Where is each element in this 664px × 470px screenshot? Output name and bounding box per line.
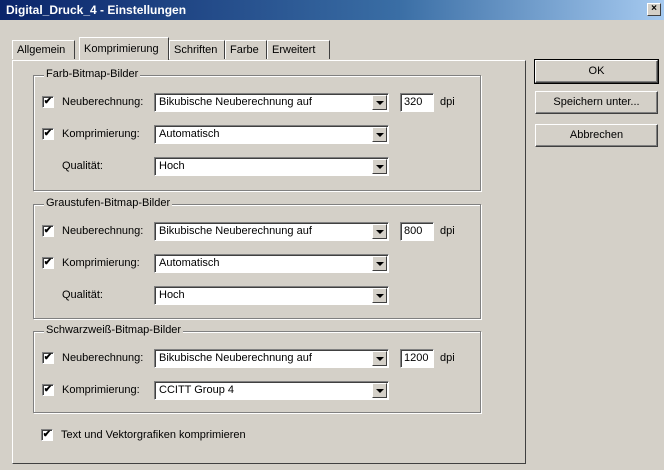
save-as-button[interactable]: Speichern unter... (535, 91, 658, 114)
resample-select[interactable]: Bikubische Neuberechnung auf (154, 222, 389, 241)
tab-farbe[interactable]: Farbe (225, 40, 267, 59)
tab-erweitert[interactable]: Erweitert (267, 40, 330, 59)
compress-label: Komprimierung: (62, 384, 140, 396)
ok-button[interactable]: OK (534, 59, 659, 84)
close-button[interactable]: × (647, 3, 661, 16)
chevron-down-icon[interactable] (372, 383, 387, 398)
text-vector-compress-label: Text und Vektorgrafiken komprimieren (61, 429, 246, 441)
unit-label: dpi (440, 352, 455, 364)
quality-select[interactable]: Hoch (154, 286, 389, 305)
tab-panel-komprimierung: Farb-Bitmap-Bilder ✔ Neuberechnung: Biku… (12, 60, 526, 464)
group-title: Schwarzweiß-Bitmap-Bilder (44, 324, 184, 336)
compress-select[interactable]: CCITT Group 4 (154, 381, 389, 400)
chevron-down-icon[interactable] (372, 256, 387, 271)
group-color-bitmaps: Farb-Bitmap-Bilder ✔ Neuberechnung: Biku… (33, 68, 481, 191)
resample-label: Neuberechnung: (62, 352, 144, 364)
chevron-down-icon[interactable] (372, 351, 387, 366)
tab-komprimierung[interactable]: Komprimierung (79, 37, 169, 60)
select-value: Hoch (159, 289, 185, 301)
quality-select[interactable]: Hoch (154, 157, 389, 176)
chevron-down-icon[interactable] (372, 288, 387, 303)
resample-label: Neuberechnung: (62, 225, 144, 237)
unit-label: dpi (440, 96, 455, 108)
resolution-input[interactable]: 1200 (400, 349, 434, 368)
compress-select[interactable]: Automatisch (154, 254, 389, 273)
compress-label: Komprimierung: (62, 128, 140, 140)
resample-label: Neuberechnung: (62, 96, 144, 108)
window-title: Digital_Druck_4 - Einstellungen (6, 3, 187, 17)
group-title: Farb-Bitmap-Bilder (44, 68, 141, 80)
group-mono-bitmaps: Schwarzweiß-Bitmap-Bilder ✔ Neuberechnun… (33, 324, 481, 413)
select-value: Automatisch (159, 128, 220, 140)
resolution-input[interactable]: 320 (400, 93, 434, 112)
group-gray-bitmaps: Graustufen-Bitmap-Bilder ✔ Neuberechnung… (33, 197, 481, 319)
select-value: Bikubische Neuberechnung auf (159, 96, 312, 108)
select-value: Automatisch (159, 257, 220, 269)
chevron-down-icon[interactable] (372, 127, 387, 142)
tab-allgemein[interactable]: Allgemein (12, 40, 75, 59)
tab-schriften[interactable]: Schriften (169, 40, 225, 59)
quality-label: Qualität: (62, 160, 103, 172)
resolution-input[interactable]: 800 (400, 222, 434, 241)
resample-select[interactable]: Bikubische Neuberechnung auf (154, 93, 389, 112)
select-value: CCITT Group 4 (159, 384, 234, 396)
compress-select[interactable]: Automatisch (154, 125, 389, 144)
select-value: Bikubische Neuberechnung auf (159, 225, 312, 237)
compress-checkbox[interactable]: ✔ (42, 384, 54, 396)
group-title: Graustufen-Bitmap-Bilder (44, 197, 173, 209)
select-value: Hoch (159, 160, 185, 172)
resample-checkbox[interactable]: ✔ (42, 96, 54, 108)
compress-checkbox[interactable]: ✔ (42, 128, 54, 140)
resample-checkbox[interactable]: ✔ (42, 225, 54, 237)
resample-select[interactable]: Bikubische Neuberechnung auf (154, 349, 389, 368)
chevron-down-icon[interactable] (372, 159, 387, 174)
select-value: Bikubische Neuberechnung auf (159, 352, 312, 364)
title-bar: Digital_Druck_4 - Einstellungen × (0, 0, 664, 20)
resample-checkbox[interactable]: ✔ (42, 352, 54, 364)
settings-dialog: Digital_Druck_4 - Einstellungen × Allgem… (0, 0, 664, 470)
compress-checkbox[interactable]: ✔ (42, 257, 54, 269)
unit-label: dpi (440, 225, 455, 237)
chevron-down-icon[interactable] (372, 95, 387, 110)
chevron-down-icon[interactable] (372, 224, 387, 239)
text-vector-compress-checkbox[interactable]: ✔ (41, 429, 53, 441)
quality-label: Qualität: (62, 289, 103, 301)
compress-label: Komprimierung: (62, 257, 140, 269)
cancel-button[interactable]: Abbrechen (535, 124, 658, 147)
